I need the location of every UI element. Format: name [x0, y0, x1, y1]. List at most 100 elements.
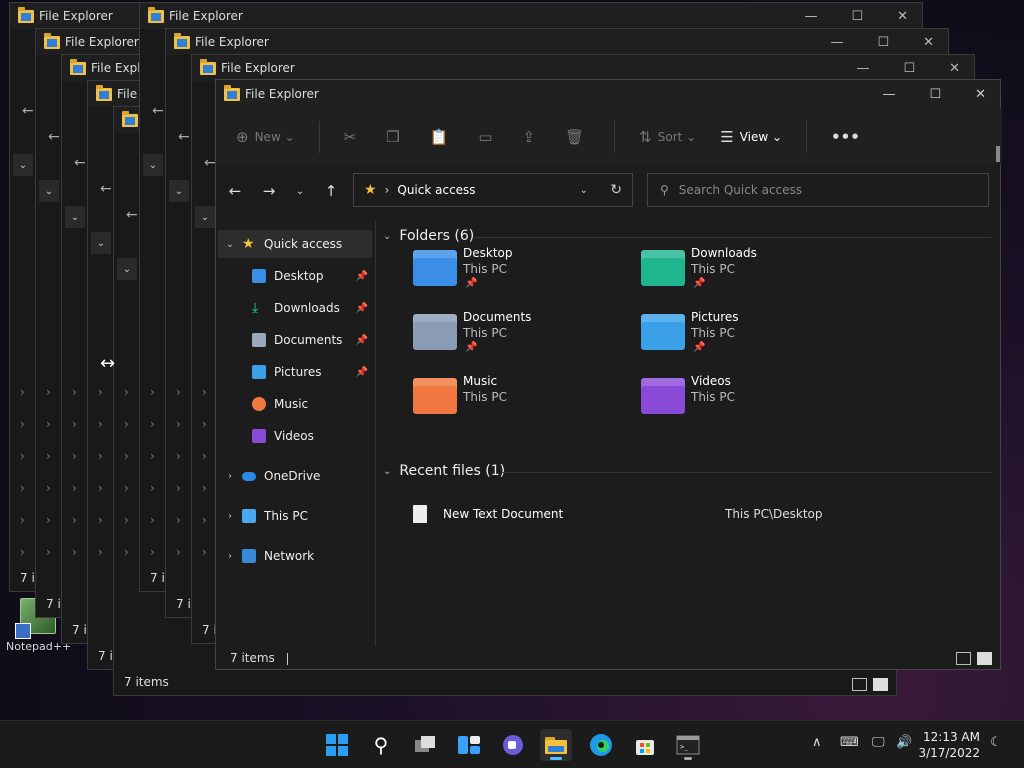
- chevron-down-icon[interactable]: ⌄: [13, 154, 33, 176]
- sort-button[interactable]: ⇅ Sort ⌄: [639, 128, 696, 146]
- back-arrow-icon[interactable]: ←: [74, 155, 86, 171]
- start-button[interactable]: [321, 729, 353, 761]
- chevron-right-icon[interactable]: ›: [72, 545, 77, 559]
- cut-button[interactable]: ✂: [344, 128, 363, 146]
- chevron-right-icon[interactable]: ›: [218, 471, 242, 482]
- file-explorer-window[interactable]: File Explorer — ☐ ✕ ⊕ New ⌄ ✂ ❐ 📋 ▭ ⇪ 🗑 ⇅…: [215, 79, 1002, 670]
- chevron-right-icon[interactable]: ›: [72, 417, 77, 431]
- forward-arrow-icon[interactable]: →: [254, 182, 284, 200]
- back-arrow-icon[interactable]: ←: [152, 103, 164, 119]
- chevron-right-icon[interactable]: ›: [124, 545, 129, 559]
- more-button[interactable]: •••: [831, 128, 866, 146]
- chevron-right-icon[interactable]: ›: [46, 545, 51, 559]
- details-view-icon[interactable]: [956, 652, 971, 665]
- chevron-right-icon[interactable]: ›: [46, 513, 51, 527]
- chevron-right-icon[interactable]: ›: [150, 545, 155, 559]
- minimize-button[interactable]: —: [804, 9, 817, 24]
- nav-item-pictures[interactable]: Pictures 📌: [218, 358, 372, 386]
- chevron-right-icon[interactable]: ›: [98, 545, 103, 559]
- chevron-right-icon[interactable]: ›: [20, 481, 25, 495]
- back-arrow-icon[interactable]: ←: [100, 181, 112, 197]
- chevron-right-icon[interactable]: ›: [202, 449, 207, 463]
- nav-item-documents[interactable]: Documents 📌: [218, 326, 372, 354]
- chevron-right-icon[interactable]: ›: [124, 449, 129, 463]
- chevron-up-icon[interactable]: ∧: [812, 735, 822, 750]
- chevron-right-icon[interactable]: ›: [176, 449, 181, 463]
- search-input[interactable]: ⚲ Search Quick access: [647, 173, 989, 207]
- taskbar-edge[interactable]: [585, 729, 617, 761]
- chevron-right-icon[interactable]: ›: [98, 417, 103, 431]
- minimize-button[interactable]: —: [856, 61, 869, 76]
- chat-button[interactable]: [497, 729, 529, 761]
- nav-item-onedrive[interactable]: › OneDrive: [218, 462, 372, 490]
- maximize-button[interactable]: ☐: [903, 61, 915, 76]
- share-button[interactable]: ⇪: [523, 128, 542, 146]
- up-arrow-icon[interactable]: ↑: [316, 182, 346, 200]
- chevron-right-icon[interactable]: ›: [150, 385, 155, 399]
- chevron-down-icon[interactable]: ⌄: [143, 154, 163, 176]
- chevron-right-icon[interactable]: ›: [176, 417, 181, 431]
- chevron-right-icon[interactable]: ›: [176, 545, 181, 559]
- chevron-right-icon[interactable]: ›: [98, 385, 103, 399]
- recent-locations-chevron-icon[interactable]: ⌄: [288, 186, 312, 197]
- folder-tile-documents[interactable]: Documents This PC 📌: [413, 310, 633, 370]
- nav-item-downloads[interactable]: ⤓ Downloads 📌: [218, 294, 372, 322]
- folder-tile-desktop[interactable]: Desktop This PC 📌: [413, 246, 633, 306]
- chevron-right-icon[interactable]: ›: [20, 449, 25, 463]
- network-status-icon[interactable]: 🖵: [872, 735, 885, 750]
- new-button[interactable]: ⊕ New ⌄: [236, 128, 295, 146]
- search-button[interactable]: ⚲: [365, 729, 397, 761]
- refresh-icon[interactable]: ↻: [610, 182, 622, 198]
- address-dropdown-icon[interactable]: ⌄: [580, 185, 588, 196]
- chevron-right-icon[interactable]: ›: [202, 545, 207, 559]
- chevron-right-icon[interactable]: ›: [46, 385, 51, 399]
- widgets-button[interactable]: [453, 729, 485, 761]
- chevron-right-icon[interactable]: ›: [46, 449, 51, 463]
- taskbar-terminal[interactable]: >_: [672, 729, 704, 761]
- close-button[interactable]: ✕: [949, 61, 960, 76]
- chevron-right-icon[interactable]: ›: [218, 511, 242, 522]
- chevron-right-icon[interactable]: ›: [202, 385, 207, 399]
- folder-tile-videos[interactable]: Videos This PC: [641, 374, 861, 434]
- chevron-right-icon[interactable]: ›: [98, 481, 103, 495]
- chevron-down-icon[interactable]: ⌄: [218, 239, 242, 250]
- chevron-right-icon[interactable]: ›: [150, 481, 155, 495]
- large-icons-view-icon[interactable]: [977, 652, 992, 665]
- folder-tile-downloads[interactable]: Downloads This PC 📌: [641, 246, 861, 306]
- chevron-right-icon[interactable]: ›: [20, 545, 25, 559]
- chevron-right-icon[interactable]: ›: [202, 417, 207, 431]
- address-bar[interactable]: ★ › Quick access ⌄ ↻: [353, 173, 633, 207]
- maximize-button[interactable]: ☐: [929, 87, 941, 102]
- minimize-button[interactable]: —: [830, 35, 843, 50]
- chevron-right-icon[interactable]: ›: [46, 417, 51, 431]
- nav-item-videos[interactable]: Videos: [218, 422, 372, 450]
- chevron-right-icon[interactable]: ›: [72, 385, 77, 399]
- chevron-right-icon[interactable]: ›: [150, 449, 155, 463]
- chevron-right-icon[interactable]: ›: [124, 385, 129, 399]
- chevron-right-icon[interactable]: ›: [72, 449, 77, 463]
- details-view-icon[interactable]: [852, 678, 867, 691]
- chevron-down-icon[interactable]: ⌄: [195, 206, 215, 228]
- view-button[interactable]: ☰ View ⌄: [720, 128, 782, 146]
- back-arrow-icon[interactable]: ←: [48, 129, 60, 145]
- chevron-right-icon[interactable]: ›: [202, 513, 207, 527]
- chevron-right-icon[interactable]: ›: [124, 417, 129, 431]
- back-arrow-icon[interactable]: ←: [126, 207, 138, 223]
- chevron-right-icon[interactable]: ›: [20, 385, 25, 399]
- folder-tile-pictures[interactable]: Pictures This PC 📌: [641, 310, 861, 370]
- chevron-right-icon[interactable]: ›: [218, 551, 242, 562]
- chevron-right-icon[interactable]: ›: [150, 513, 155, 527]
- chevron-right-icon[interactable]: ›: [124, 481, 129, 495]
- chevron-right-icon[interactable]: ›: [20, 417, 25, 431]
- minimize-button[interactable]: —: [882, 87, 895, 102]
- chevron-right-icon[interactable]: ›: [98, 513, 103, 527]
- chevron-down-icon[interactable]: ⌄: [169, 180, 189, 202]
- back-arrow-icon[interactable]: ←: [220, 182, 250, 200]
- nav-item-this-pc[interactable]: › This PC: [218, 502, 372, 530]
- nav-item-desktop[interactable]: Desktop 📌: [218, 262, 372, 290]
- chevron-right-icon[interactable]: ›: [72, 513, 77, 527]
- delete-button[interactable]: 🗑: [565, 128, 590, 146]
- chevron-right-icon[interactable]: ›: [72, 481, 77, 495]
- folders-section-header[interactable]: ⌄ Folders (6): [383, 228, 474, 244]
- recent-section-header[interactable]: ⌄ Recent files (1): [383, 463, 505, 479]
